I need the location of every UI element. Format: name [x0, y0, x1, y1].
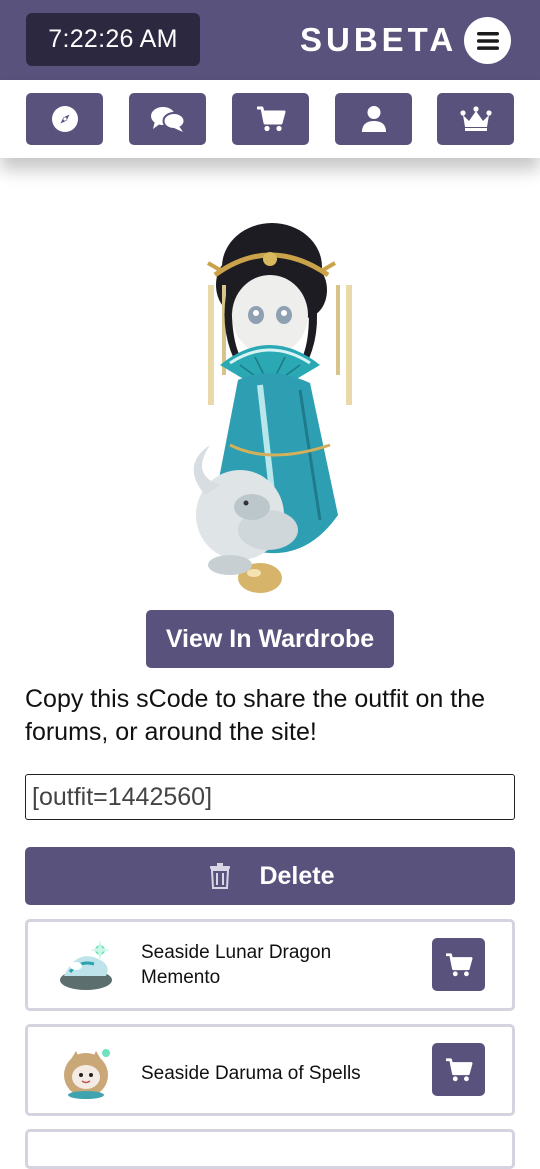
scode-input[interactable]	[25, 774, 515, 820]
explore-nav-button[interactable]	[26, 93, 103, 145]
shopping-cart-icon	[256, 106, 285, 132]
buy-item-button[interactable]	[432, 938, 485, 991]
site-logo[interactable]: SUBETA	[300, 20, 457, 60]
view-in-wardrobe-button[interactable]: View In Wardrobe	[146, 610, 394, 668]
trash-icon	[210, 863, 230, 889]
profile-nav-button[interactable]	[335, 93, 412, 145]
buy-item-button[interactable]	[432, 1043, 485, 1096]
item-thumbnail	[56, 1041, 116, 1101]
chat-bubbles-icon	[150, 107, 185, 132]
shops-nav-button[interactable]	[232, 93, 309, 145]
outfit-item-card: Seaside Lunar Dragon Memento	[25, 919, 515, 1011]
outfit-item-card: Seaside Daruma of Spells	[25, 1024, 515, 1116]
delete-button-label: Delete	[259, 861, 335, 890]
premium-nav-button[interactable]	[437, 93, 514, 145]
clock-display: 7:22:26 AM	[26, 13, 200, 66]
item-name[interactable]: Seaside Lunar Dragon Memento	[141, 940, 411, 990]
user-icon	[361, 106, 386, 132]
shopping-cart-icon	[445, 952, 472, 976]
compass-icon	[51, 106, 78, 132]
header-bar: 7:22:26 AM SUBETA	[0, 0, 540, 80]
outfit-avatar-image	[160, 215, 380, 600]
delete-button[interactable]: Delete	[25, 847, 515, 905]
crown-icon	[459, 106, 492, 131]
menu-button[interactable]	[464, 17, 511, 64]
forums-nav-button[interactable]	[129, 93, 206, 145]
icon-nav-bar	[0, 80, 540, 158]
item-name[interactable]: Seaside Daruma of Spells	[141, 1061, 411, 1086]
hamburger-icon	[476, 31, 499, 50]
outfit-item-card	[25, 1129, 515, 1169]
shopping-cart-icon	[445, 1057, 472, 1081]
item-thumbnail	[56, 936, 116, 996]
scode-instructions: Copy this sCode to share the outfit on t…	[25, 685, 485, 746]
